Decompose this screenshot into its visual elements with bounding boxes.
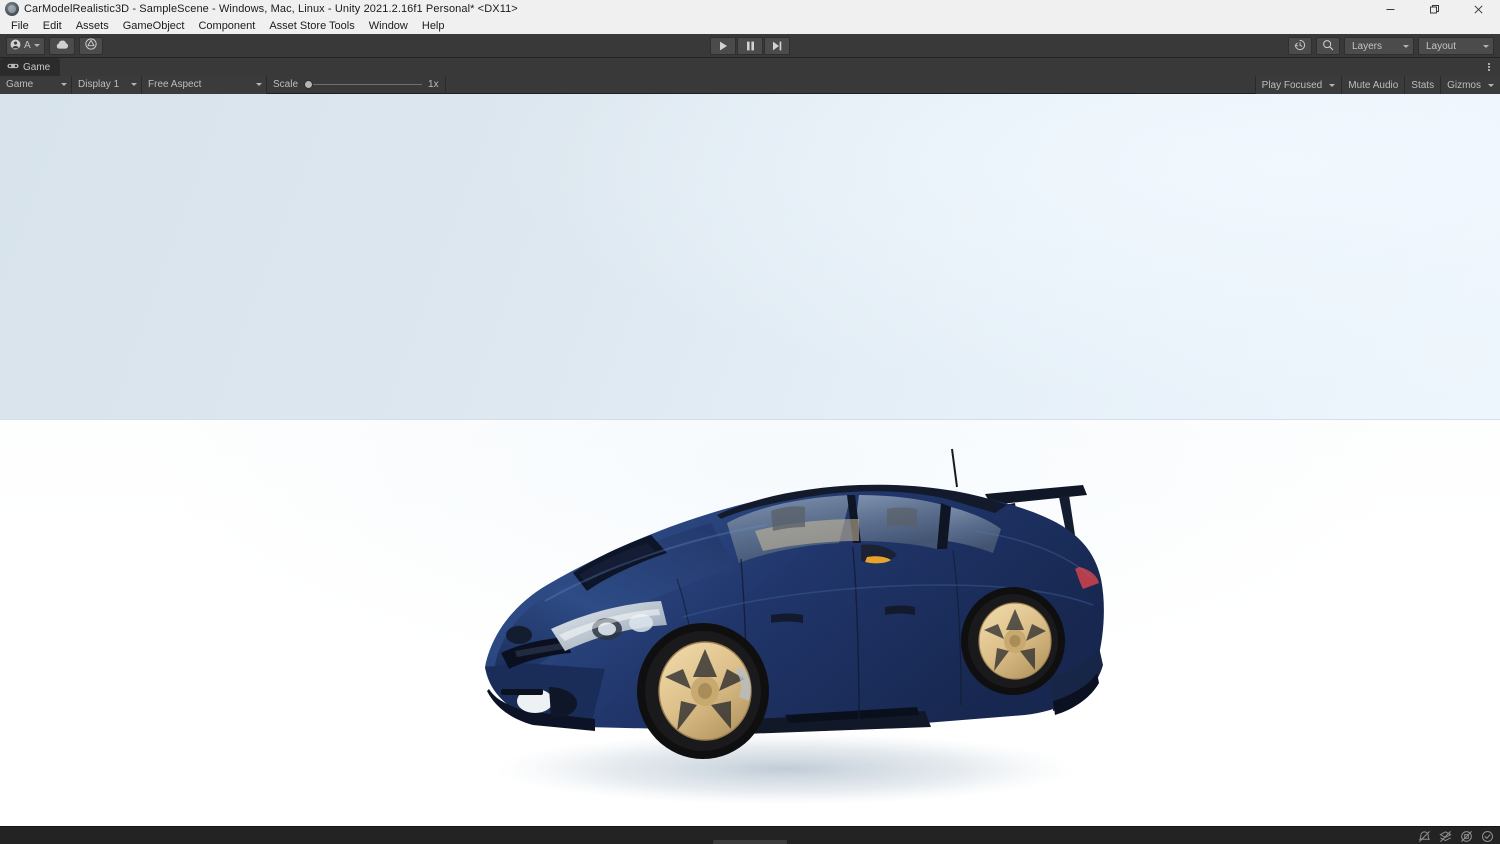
game-view-toolbar: Game Display 1 Free Aspect Scale 1x Play…: [0, 75, 1500, 94]
layers-label: Layers: [1352, 40, 1383, 52]
stats-toggle[interactable]: Stats: [1404, 76, 1441, 94]
menu-asset-store-tools[interactable]: Asset Store Tools: [262, 18, 361, 34]
game-target-dropdown[interactable]: Game: [0, 75, 72, 94]
chevron-down-icon: [256, 83, 262, 86]
menu-bar: File Edit Assets GameObject Component As…: [0, 18, 1500, 34]
tab-game[interactable]: Game: [0, 58, 61, 76]
chevron-down-icon: [33, 44, 40, 47]
checkmark-status-icon[interactable]: [1481, 830, 1494, 843]
game-view-tab-strip: Game: [0, 58, 1500, 76]
minimize-button[interactable]: [1368, 0, 1412, 18]
account-icon: [10, 39, 21, 53]
play-controls-group: [0, 34, 1500, 58]
account-label: A: [24, 40, 31, 51]
tab-game-label: Game: [23, 61, 51, 73]
status-bar-resize-handle[interactable]: [713, 840, 787, 844]
scene-sky: [0, 94, 1500, 419]
undo-history-icon: [1294, 39, 1306, 54]
chevron-down-icon: [1488, 83, 1494, 87]
game-controller-icon: [7, 62, 19, 73]
window-title-bar: CarModelRealistic3D - SampleScene - Wind…: [0, 0, 1500, 18]
mute-notifications-icon[interactable]: [1418, 830, 1431, 843]
menu-gameobject[interactable]: GameObject: [116, 18, 192, 34]
aspect-ratio-dropdown[interactable]: Free Aspect: [142, 75, 267, 94]
unity-editor-window: CarModelRealistic3D - SampleScene - Wind…: [0, 0, 1500, 844]
chevron-down-icon: [131, 83, 137, 86]
chevron-down-icon: [61, 83, 67, 86]
unity-services-icon: [85, 38, 97, 53]
status-bar: [0, 826, 1500, 844]
stats-label: Stats: [1411, 79, 1435, 91]
cloud-button[interactable]: [48, 36, 75, 55]
cloud-icon: [55, 39, 69, 53]
car-model-subaru-wrx-sti: [455, 439, 1115, 819]
scale-slider-handle[interactable]: [304, 80, 314, 89]
window-controls: [1368, 0, 1500, 18]
search-icon: [1322, 39, 1334, 54]
unity-main-toolbar: A Layers Layout: [0, 34, 1500, 58]
game-target-label: Game: [6, 79, 34, 90]
scene-horizon-line: [0, 419, 1500, 420]
kebab-menu-icon[interactable]: [1482, 60, 1496, 74]
aspect-ratio-label: Free Aspect: [148, 79, 202, 90]
search-button[interactable]: [1316, 37, 1340, 55]
menu-edit[interactable]: Edit: [36, 18, 69, 34]
window-title: CarModelRealistic3D - SampleScene - Wind…: [24, 3, 518, 15]
gizmos-dropdown[interactable]: Gizmos: [1440, 76, 1500, 94]
scale-control: Scale 1x: [267, 75, 446, 94]
car-shadow: [495, 733, 1075, 805]
toolbar-right-group: Layers Layout: [1288, 34, 1494, 58]
menu-help[interactable]: Help: [415, 18, 452, 34]
menu-window[interactable]: Window: [362, 18, 415, 34]
undo-history-button[interactable]: [1288, 37, 1312, 55]
play-button[interactable]: [710, 37, 736, 55]
rear-wheel: [961, 587, 1065, 695]
account-dropdown[interactable]: A: [6, 36, 45, 55]
chevron-down-icon: [1329, 83, 1336, 87]
chevron-down-icon: [1483, 44, 1489, 48]
layers-dropdown[interactable]: Layers: [1344, 37, 1414, 55]
front-emblem: [506, 626, 532, 644]
chevron-down-icon: [1403, 44, 1409, 48]
layout-dropdown[interactable]: Layout: [1418, 37, 1494, 55]
mute-audio-label: Mute Audio: [1348, 79, 1399, 91]
code-optimization-icon[interactable]: [1460, 830, 1473, 843]
play-focused-dropdown[interactable]: Play Focused: [1254, 76, 1342, 94]
menu-assets[interactable]: Assets: [69, 18, 116, 34]
step-button[interactable]: [764, 37, 790, 55]
maximize-button[interactable]: [1412, 0, 1456, 18]
menu-file[interactable]: File: [4, 18, 36, 34]
unity-icon: [5, 2, 19, 16]
scale-value: 1x: [428, 79, 439, 90]
toolbar-left-group: A: [0, 36, 103, 55]
unity-services-button[interactable]: [78, 36, 103, 55]
gizmos-label: Gizmos: [1447, 79, 1481, 91]
display-label: Display 1: [78, 79, 120, 90]
display-dropdown[interactable]: Display 1: [72, 75, 142, 94]
menu-component[interactable]: Component: [191, 18, 262, 34]
status-bar-icons: [1418, 827, 1494, 844]
close-button[interactable]: [1456, 0, 1500, 18]
roof-antenna: [951, 448, 958, 488]
play-focused-label: Play Focused: [1261, 79, 1323, 91]
scale-slider[interactable]: [304, 80, 423, 90]
game-toolbar-right-group: Play Focused Mute Audio Stats Gizmos: [1254, 76, 1500, 94]
scale-slider-track: [304, 84, 423, 85]
mute-audio-toggle[interactable]: Mute Audio: [1341, 76, 1405, 94]
layout-label: Layout: [1426, 40, 1457, 52]
scale-label: Scale: [273, 79, 299, 90]
layers-off-icon[interactable]: [1439, 830, 1452, 843]
game-viewport[interactable]: [0, 94, 1500, 826]
pause-button[interactable]: [737, 37, 763, 55]
